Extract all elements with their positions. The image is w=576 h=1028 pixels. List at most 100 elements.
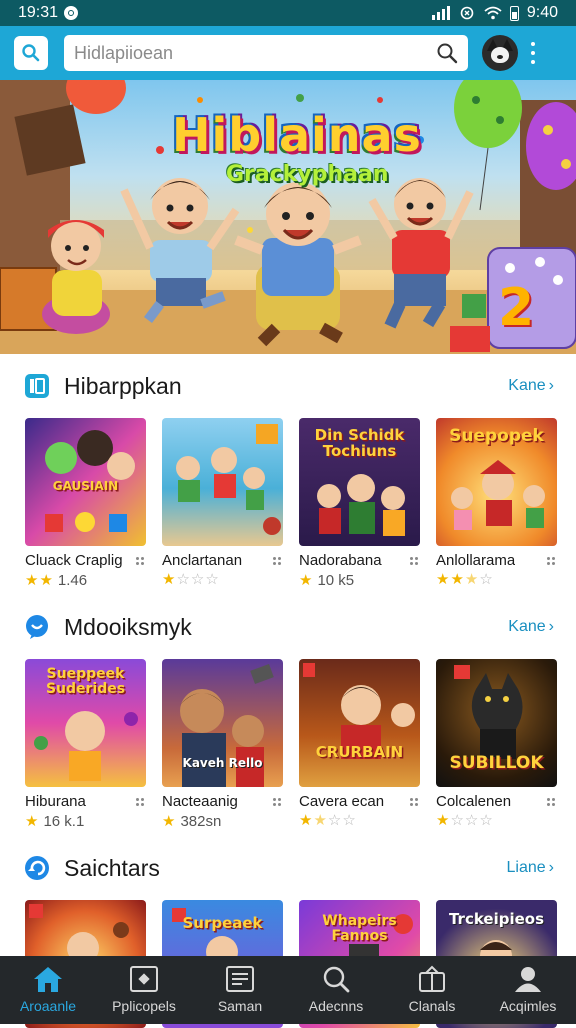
search-icon bbox=[321, 964, 351, 994]
game-title: Anclartanan bbox=[162, 552, 242, 569]
drag-handle-icon[interactable] bbox=[410, 798, 418, 806]
hero-banner[interactable]: Hiblainas Grackyphaan 2 bbox=[0, 80, 576, 354]
nav-label: Clanals bbox=[409, 998, 456, 1014]
game-title: Nacteaanig bbox=[162, 793, 238, 810]
thumbnail-label: Sueppeek Suderides bbox=[25, 667, 146, 696]
game-title: Cavera ecan bbox=[299, 793, 384, 810]
nav-label: Pplicopels bbox=[112, 998, 176, 1014]
channels-icon bbox=[417, 964, 447, 994]
drag-handle-icon[interactable] bbox=[136, 798, 144, 806]
chat-icon bbox=[24, 614, 50, 640]
see-more-label: Liane bbox=[507, 859, 546, 877]
profile-icon bbox=[513, 964, 543, 994]
game-title: Hiburana bbox=[25, 793, 86, 810]
rating-value: 10 k5 bbox=[317, 572, 354, 589]
see-more-link[interactable]: Kane› bbox=[508, 618, 554, 636]
game-rating: ★382sn bbox=[162, 813, 283, 830]
game-thumbnail: SUBILLOK bbox=[436, 659, 557, 787]
game-rating: ★★1.46 bbox=[25, 572, 146, 589]
game-card[interactable]: Sueppeek Suderides Hiburana ★16 k.1 bbox=[25, 659, 146, 830]
game-card[interactable]: Suepopek Anlollarama ★★★☆ bbox=[436, 418, 557, 589]
hero-title: Hiblainas bbox=[172, 108, 422, 162]
rating-value: 1.46 bbox=[58, 572, 87, 589]
game-card[interactable]: Kaveh Rello Nacteaanig ★382sn bbox=[162, 659, 283, 830]
thumbnail-label: SUBILLOK bbox=[436, 755, 557, 773]
status-time: 19:31 bbox=[18, 4, 58, 22]
game-title: Colcalenen bbox=[436, 793, 511, 810]
see-more-link[interactable]: Liane› bbox=[507, 859, 554, 877]
game-title: Anlollarama bbox=[436, 552, 515, 569]
game-thumbnail: Kaveh Rello bbox=[162, 659, 283, 787]
nav-channels[interactable]: Clanals bbox=[384, 964, 480, 1014]
drag-handle-icon[interactable] bbox=[136, 557, 144, 565]
game-rating: ★☆☆☆ bbox=[162, 572, 283, 587]
avatar[interactable] bbox=[482, 35, 518, 71]
game-card[interactable]: Din Schidk Tochiuns Nadorabana ★10 k5 bbox=[299, 418, 420, 589]
search-icon bbox=[21, 43, 41, 63]
drag-handle-icon[interactable] bbox=[410, 557, 418, 565]
game-card[interactable]: Anclartanan ★☆☆☆ bbox=[162, 418, 283, 589]
section-title: Saichtars bbox=[64, 855, 507, 882]
nav-label: Saman bbox=[218, 998, 262, 1014]
game-rating: ★★★☆ bbox=[436, 572, 557, 587]
game-rating: ★10 k5 bbox=[299, 572, 420, 589]
game-card[interactable]: SUBILLOK Colcalenen ★☆☆☆ bbox=[436, 659, 557, 830]
nav-label: Acqimles bbox=[500, 998, 557, 1014]
signal-icon bbox=[432, 6, 450, 20]
section-title: Hibarppkan bbox=[64, 373, 508, 400]
see-more-label: Kane bbox=[508, 377, 545, 395]
nav-profile[interactable]: Acqimles bbox=[480, 964, 576, 1014]
search-shortcut-button[interactable] bbox=[14, 36, 48, 70]
nav-list[interactable]: Saman bbox=[192, 964, 288, 1014]
home-icon bbox=[33, 964, 63, 994]
drag-handle-icon[interactable] bbox=[547, 798, 555, 806]
game-thumbnail: GAUSIAIN bbox=[25, 418, 146, 546]
sync-icon bbox=[24, 855, 50, 881]
thumbnail-label: Whapeirs Fannos bbox=[299, 914, 420, 943]
thumbnail-label: Trckeipieos bbox=[436, 912, 557, 928]
bottom-nav: Aroaanle Pplicopels Saman Adecnns Clanal… bbox=[0, 956, 576, 1024]
rating-value: 382sn bbox=[180, 813, 221, 830]
nav-search[interactable]: Adecnns bbox=[288, 964, 384, 1014]
chevron-right-icon: › bbox=[549, 618, 554, 636]
nav-label: Adecnns bbox=[309, 998, 363, 1014]
top-bar bbox=[0, 26, 576, 80]
chevron-right-icon: › bbox=[549, 377, 554, 395]
drag-handle-icon[interactable] bbox=[273, 798, 281, 806]
game-thumbnail bbox=[162, 418, 283, 546]
search-icon[interactable] bbox=[436, 42, 458, 64]
thumbnail-label: Suepopek bbox=[436, 428, 557, 446]
game-thumbnail: CRURBAIN bbox=[299, 659, 420, 787]
game-rating: ★☆☆☆ bbox=[436, 813, 557, 828]
game-card[interactable]: CRURBAIN Cavera ecan ★★☆☆ bbox=[299, 659, 420, 830]
status-bar: 19:31 9:40 bbox=[0, 0, 576, 26]
nav-home[interactable]: Aroaanle bbox=[0, 964, 96, 1014]
library-icon bbox=[24, 373, 50, 399]
see-more-label: Kane bbox=[508, 618, 545, 636]
drag-handle-icon[interactable] bbox=[547, 557, 555, 565]
drag-handle-icon[interactable] bbox=[273, 557, 281, 565]
wifi-icon bbox=[484, 6, 502, 20]
nav-apps[interactable]: Pplicopels bbox=[96, 964, 192, 1014]
thumbnail-label: CRURBAIN bbox=[299, 745, 420, 761]
game-thumbnail: Suepopek bbox=[436, 418, 557, 546]
thumbnail-label: Din Schidk Tochiuns bbox=[299, 428, 420, 460]
game-title: Cluack Craplig bbox=[25, 552, 123, 569]
section-title: Mdooiksmyk bbox=[64, 614, 508, 641]
see-more-link[interactable]: Kane› bbox=[508, 377, 554, 395]
more-options-icon[interactable] bbox=[530, 42, 536, 64]
apps-icon bbox=[129, 964, 159, 994]
search-field[interactable] bbox=[64, 35, 468, 71]
search-input[interactable] bbox=[74, 43, 436, 64]
game-title: Nadorabana bbox=[299, 552, 382, 569]
thumbnail-label: Surpeaek bbox=[162, 916, 283, 932]
thumbnail-label: GAUSIAIN bbox=[25, 480, 146, 493]
hero-subtitle: Grackyphaan bbox=[226, 162, 389, 187]
data-icon bbox=[458, 6, 476, 20]
game-thumbnail: Din Schidk Tochiuns bbox=[299, 418, 420, 546]
game-card[interactable]: GAUSIAIN Cluack Craplig ★★1.46 bbox=[25, 418, 146, 589]
section-hibarppkan: Hibarppkan Kane› GAUSIAIN Cluack Craplig… bbox=[0, 366, 576, 589]
battery-icon bbox=[510, 6, 519, 21]
game-rating: ★16 k.1 bbox=[25, 813, 146, 830]
nav-label: Aroaanle bbox=[20, 998, 76, 1014]
